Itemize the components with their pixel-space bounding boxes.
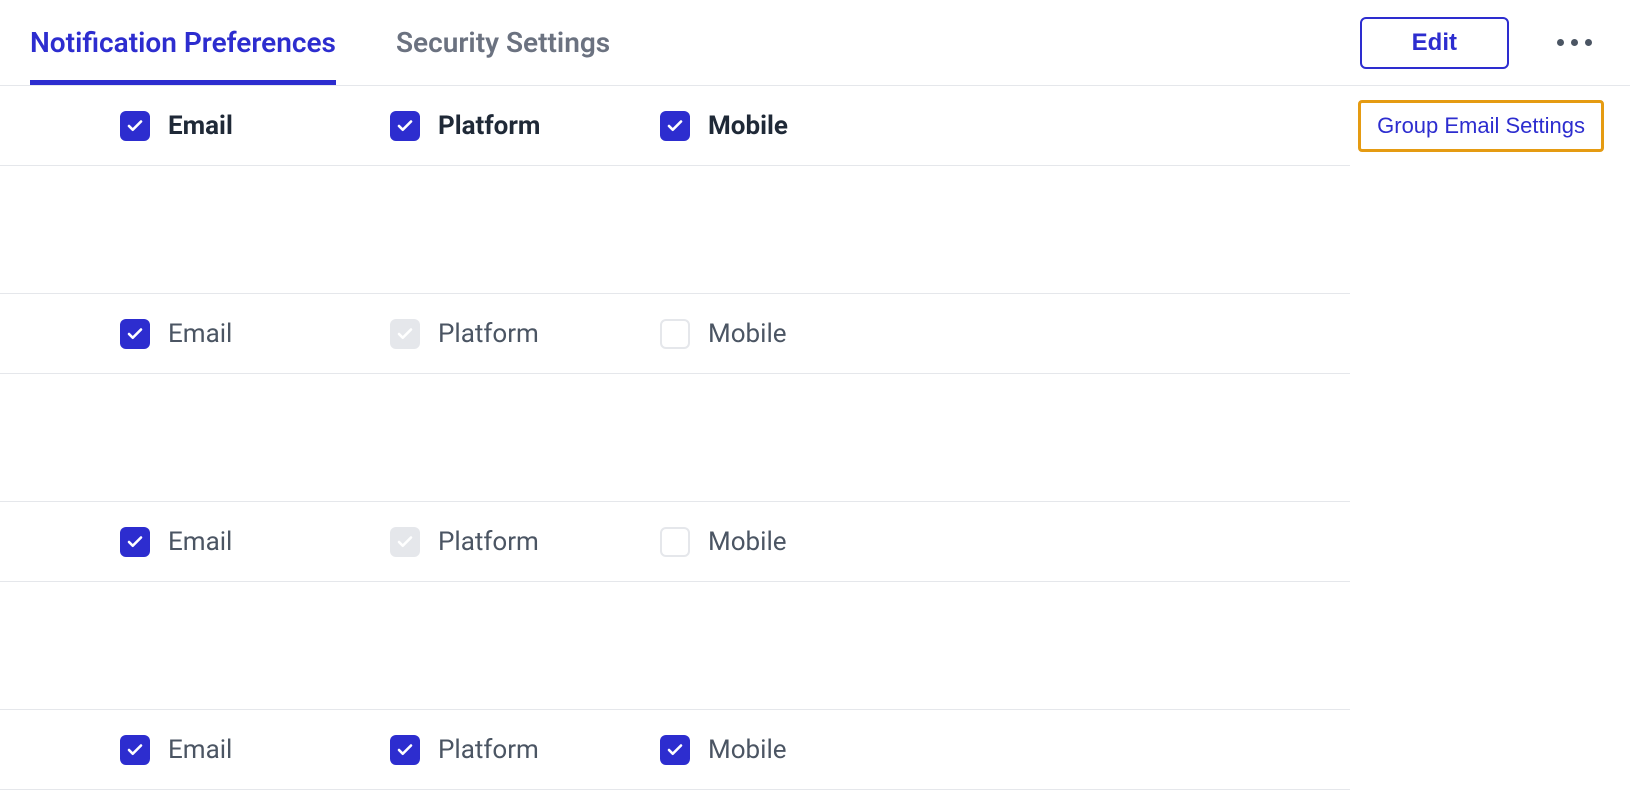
check-icon: [396, 325, 414, 343]
checkbox-mobile[interactable]: [660, 319, 690, 349]
channel-label: Mobile: [708, 111, 788, 141]
channel-platform: Platform: [390, 527, 570, 557]
channel-label: Platform: [438, 735, 539, 765]
channel-label: Email: [168, 527, 232, 557]
checkbox-email[interactable]: [120, 111, 150, 141]
more-menu-button[interactable]: [1549, 31, 1600, 54]
channel-platform: Platform: [390, 319, 570, 349]
tab-notification-preferences[interactable]: Notification Preferences: [30, 0, 336, 85]
check-icon: [126, 117, 144, 135]
channel-email: Email: [120, 735, 300, 765]
tab-list: Notification Preferences Security Settin…: [0, 0, 610, 85]
checkbox-platform[interactable]: [390, 111, 420, 141]
channel-label: Email: [168, 319, 232, 349]
edit-button[interactable]: Edit: [1360, 17, 1509, 69]
checkbox-email[interactable]: [120, 319, 150, 349]
channel-label: Mobile: [708, 319, 787, 349]
channel-label: Mobile: [708, 735, 787, 765]
ellipsis-icon: [1585, 39, 1592, 46]
channel-mobile: Mobile: [660, 111, 840, 141]
checkbox-mobile[interactable]: [660, 527, 690, 557]
ellipsis-icon: [1557, 39, 1564, 46]
tab-label: Notification Preferences: [30, 26, 336, 59]
checkbox-email[interactable]: [120, 735, 150, 765]
channel-platform: Platform: [390, 111, 570, 141]
channel-label: Platform: [438, 319, 539, 349]
check-icon: [126, 741, 144, 759]
channel-label: Platform: [438, 111, 540, 141]
preferences-list: Email Platform Mobile Emai: [0, 86, 1350, 790]
channel-email: Email: [120, 111, 300, 141]
channel-label: Email: [168, 111, 233, 141]
section-row: [0, 166, 1350, 294]
section-row: [0, 582, 1350, 710]
check-icon: [666, 117, 684, 135]
channel-label: Email: [168, 735, 232, 765]
check-icon: [666, 741, 684, 759]
preferences-row: Email Platform Mobile: [0, 502, 1350, 582]
tab-security-settings[interactable]: Security Settings: [396, 0, 610, 85]
check-icon: [396, 533, 414, 551]
content-area: Email Platform Mobile Emai: [0, 86, 1630, 790]
ellipsis-icon: [1571, 39, 1578, 46]
channel-label: Mobile: [708, 527, 787, 557]
check-icon: [396, 117, 414, 135]
tab-label: Security Settings: [396, 26, 610, 59]
checkbox-mobile[interactable]: [660, 735, 690, 765]
checkbox-email[interactable]: [120, 527, 150, 557]
preferences-row: Email Platform Mobile: [0, 86, 1350, 166]
channel-platform: Platform: [390, 735, 570, 765]
checkbox-platform: [390, 319, 420, 349]
checkbox-platform[interactable]: [390, 735, 420, 765]
channel-label: Platform: [438, 527, 539, 557]
check-icon: [126, 325, 144, 343]
section-row: [0, 374, 1350, 502]
group-email-settings-button[interactable]: Group Email Settings: [1358, 100, 1604, 152]
preferences-row: Email Platform Mobile: [0, 294, 1350, 374]
right-panel: Group Email Settings: [1350, 86, 1630, 790]
channel-email: Email: [120, 319, 300, 349]
preferences-row: Email Platform Mobile: [0, 710, 1350, 790]
check-icon: [396, 741, 414, 759]
channel-email: Email: [120, 527, 300, 557]
channel-mobile: Mobile: [660, 735, 840, 765]
channel-mobile: Mobile: [660, 527, 840, 557]
checkbox-platform: [390, 527, 420, 557]
header-bar: Notification Preferences Security Settin…: [0, 0, 1630, 86]
channel-mobile: Mobile: [660, 319, 840, 349]
check-icon: [126, 533, 144, 551]
checkbox-mobile[interactable]: [660, 111, 690, 141]
